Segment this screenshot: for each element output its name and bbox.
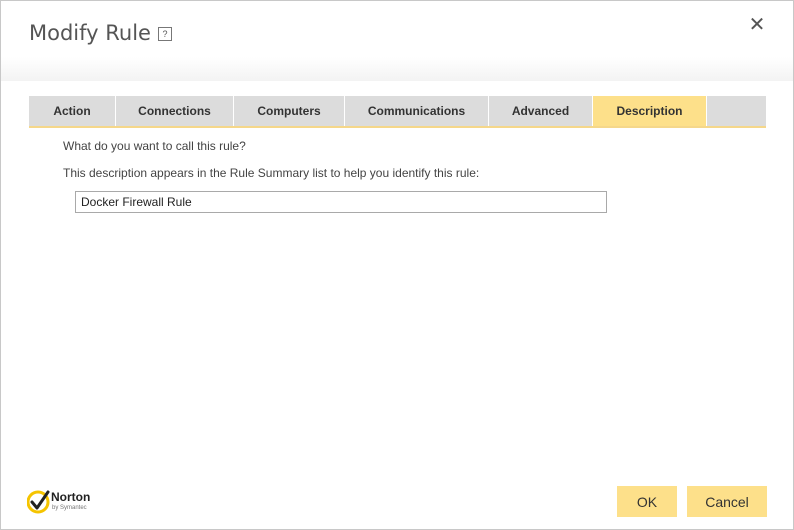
rule-name-field[interactable] <box>75 191 607 213</box>
help-button[interactable]: ? <box>158 27 172 41</box>
norton-logo: Norton by Symantec <box>26 488 117 520</box>
ok-button[interactable]: OK <box>617 486 677 517</box>
tab-description[interactable]: Description <box>593 96 707 126</box>
norton-check-icon <box>26 490 50 514</box>
tab-advanced[interactable]: Advanced <box>489 96 593 126</box>
tab-action[interactable]: Action <box>29 96 116 126</box>
rule-name-hint: This description appears in the Rule Sum… <box>63 166 480 180</box>
tab-computers[interactable]: Computers <box>234 96 345 126</box>
dialog-title: Modify Rule <box>29 21 151 45</box>
tab-underline <box>29 126 766 128</box>
cancel-button[interactable]: Cancel <box>687 486 767 517</box>
dialog-header: Modify Rule ? ✕ <box>1 1 793 81</box>
logo-subtext: by Symantec <box>52 505 87 511</box>
modify-rule-dialog: Modify Rule ? ✕ Action Connections Compu… <box>0 0 794 530</box>
tab-connections[interactable]: Connections <box>116 96 234 126</box>
rule-name-question: What do you want to call this rule? <box>63 139 246 153</box>
tab-communications[interactable]: Communications <box>345 96 489 126</box>
close-button[interactable]: ✕ <box>748 14 766 34</box>
logo-text: Norton <box>51 490 91 504</box>
tab-bar: Action Connections Computers Communicati… <box>29 96 766 126</box>
